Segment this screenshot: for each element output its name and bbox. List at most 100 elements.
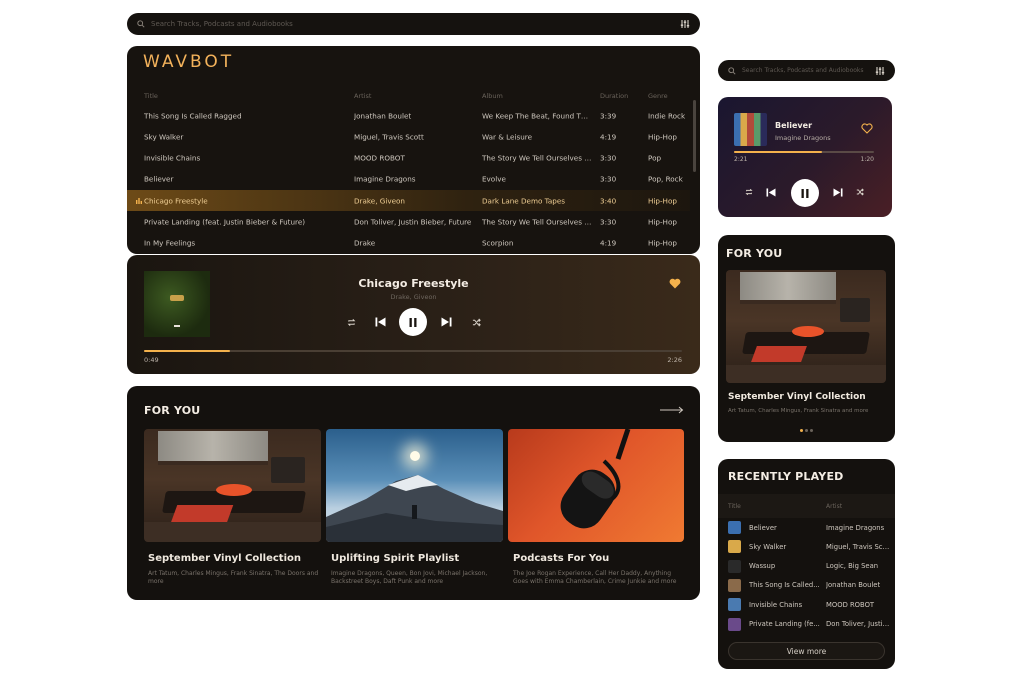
recently-played-title: RECENTLY PLAYED [728, 470, 844, 483]
track-row[interactable]: In My Feelings Drake Scorpion 4:19 Hip-Hop [127, 233, 690, 254]
recent-title: Private Landing (fe... [749, 620, 820, 628]
repeat-button[interactable] [744, 187, 754, 197]
recent-row[interactable]: Private Landing (fe... Don Toliver, Justi… [718, 615, 895, 634]
track-duration: 4:19 [600, 132, 617, 142]
track-artist: Don Toliver, Justin Bieber, Future [354, 217, 472, 227]
previous-button[interactable] [765, 187, 777, 197]
track-artist: MOOD ROBOT [354, 153, 405, 163]
track-artist: Imagine Dragons [354, 174, 416, 184]
track-genre: Pop [648, 153, 662, 163]
track-album: Dark Lane Demo Tapes [482, 196, 565, 206]
tile-title: September Vinyl Collection [728, 392, 866, 402]
track-row[interactable]: Invisible Chains MOOD ROBOT The Story We T… [127, 148, 690, 169]
search-icon [137, 20, 145, 28]
track-row[interactable]: Believer Imagine Dragons Evolve 3:30 Pop, Ro… [127, 169, 690, 190]
track-artist: Drake, Giveon [390, 293, 437, 301]
pause-button[interactable] [791, 179, 819, 207]
previous-button[interactable] [373, 316, 387, 328]
scrollbar[interactable] [693, 100, 696, 172]
track-row[interactable]: Private Landing (feat. Justin Bieber & F… [127, 212, 690, 233]
col-title: Title [728, 503, 741, 510]
dot[interactable] [805, 429, 808, 432]
track-row[interactable]: This Song Is Called Ragged Jonathan Boule… [127, 105, 690, 126]
tile-subtitle: The Joe Rogan Experience, Call Her Daddy… [513, 570, 677, 585]
track-row[interactable]: Chicago Freestyle Drake, Giveon Dark Lane … [127, 190, 690, 212]
mini-album-art [734, 113, 767, 146]
mini-total: 1:20 [860, 156, 874, 163]
uplifting-playlist-tile[interactable] [326, 429, 503, 542]
track-duration: 3:30 [600, 153, 617, 163]
track-duration: 3:30 [600, 174, 617, 184]
recent-artist: MOOD ROBOT [826, 600, 875, 609]
skip-next-icon [833, 187, 843, 197]
track-duration: 3:39 [600, 111, 617, 120]
vinyl-collection-tile[interactable] [726, 270, 886, 383]
vinyl-image [726, 270, 886, 383]
col-title: Title [144, 92, 158, 100]
track-title: Believer [144, 174, 174, 184]
mini-progress-bar[interactable] [734, 151, 874, 153]
track-album: Evolve [482, 174, 506, 184]
shuffle-button[interactable] [855, 187, 865, 197]
repeat-button[interactable] [345, 316, 357, 328]
search-bar[interactable]: Search Tracks, Podcasts and Audiobooks [127, 13, 700, 35]
recent-artist: Jonathan Boulet [826, 581, 881, 590]
now-playing-panel: Chicago Freestyle Drake, Giveon 0:49 2:2… [127, 255, 700, 374]
mountain-image [326, 429, 503, 542]
dot[interactable] [810, 429, 813, 432]
mini-for-you-panel: FOR YOU September Vinyl Collection Art T… [718, 235, 895, 442]
track-thumbnail [728, 521, 741, 534]
track-row[interactable]: Sky Walker Miguel, Travis Scott War & Leis… [127, 126, 690, 147]
track-title: Sky Walker [144, 132, 184, 142]
heart-icon[interactable] [669, 278, 681, 289]
shuffle-button[interactable] [470, 316, 482, 328]
recent-row[interactable]: Wassup Logic, Big Sean [718, 557, 895, 576]
search-input[interactable]: Search Tracks, Podcasts and Audiobooks [151, 20, 680, 28]
progress-bar[interactable] [144, 350, 682, 352]
skip-previous-icon [375, 317, 385, 327]
track-duration: 3:30 [600, 217, 617, 227]
search-bar-compact[interactable]: Search Tracks, Podcasts and Audiobooks [718, 60, 895, 81]
track-genre: Hip-Hop [648, 217, 677, 227]
search-icon [728, 66, 736, 75]
tile-subtitle: Imagine Dragons, Queen, Bon Jovi, Michae… [331, 570, 488, 585]
track-title: Invisible Chains [144, 153, 201, 163]
next-button[interactable] [439, 316, 453, 328]
track-thumbnail [728, 617, 741, 631]
track-artist: Drake, Giveon [354, 196, 405, 206]
brand-logo: WAVBOT [143, 52, 235, 72]
track-album: Scorpion [482, 238, 514, 248]
track-duration: 3:40 [600, 196, 617, 206]
tile-title: Uplifting Spirit Playlist [331, 553, 460, 564]
mini-track-artist: Imagine Dragons [775, 134, 831, 142]
col-artist: Artist [826, 503, 843, 510]
dot[interactable] [800, 429, 803, 432]
recent-row[interactable]: Invisible Chains MOOD ROBOT [718, 595, 895, 614]
recent-row[interactable]: Believer Imagine Dragons [718, 518, 895, 537]
search-input[interactable]: Search Tracks, Podcasts and Audiobooks [742, 67, 875, 74]
track-title: Chicago Freestyle [358, 277, 469, 290]
mini-elapsed: 2:21 [734, 156, 748, 163]
podcasts-tile[interactable] [508, 429, 684, 542]
recent-row[interactable]: Sky Walker Miguel, Travis Scott [718, 537, 895, 556]
recent-title: Believer [749, 523, 777, 532]
next-button[interactable] [832, 187, 844, 197]
pause-button[interactable] [399, 308, 427, 336]
recent-row[interactable]: This Song Is Called... Jonathan Boulet [718, 576, 895, 595]
recent-title: Wassup [749, 562, 776, 571]
recent-artist: Miguel, Travis Scott [826, 542, 890, 551]
carousel-dots[interactable] [718, 425, 895, 432]
heart-outline-icon[interactable] [861, 123, 873, 134]
track-title: Chicago Freestyle [144, 196, 208, 206]
track-album: The Story We Tell Ourselves EP [482, 217, 592, 227]
view-more-button[interactable]: View more [728, 642, 885, 660]
arrow-right-icon[interactable] [660, 406, 684, 414]
filter-icon[interactable] [875, 66, 885, 76]
col-duration: Duration [600, 92, 629, 100]
recent-title: Sky Walker [749, 542, 787, 551]
tile-subtitle: Art Tatum, Charles Mingus, Frank Sinatra… [148, 570, 319, 585]
vinyl-collection-tile[interactable] [144, 429, 321, 542]
tile-subtitle: Art Tatum, Charles Mingus, Frank Sinatra… [728, 408, 869, 414]
track-genre: Hip-Hop [648, 238, 677, 248]
filter-icon[interactable] [680, 19, 690, 29]
